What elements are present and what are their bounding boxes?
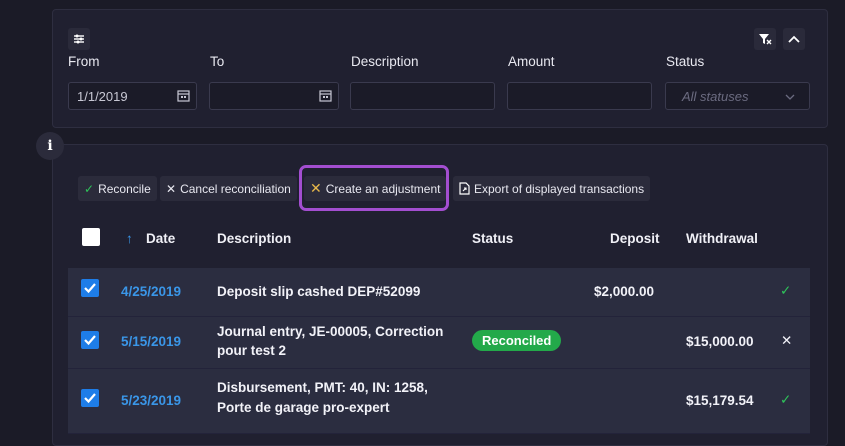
amount-input[interactable] xyxy=(507,82,652,110)
table-row[interactable]: 4/25/2019 Deposit slip cashed DEP#52099 … xyxy=(68,268,810,317)
reconcile-check-icon[interactable]: ✓ xyxy=(780,283,791,299)
from-label: From xyxy=(68,54,100,69)
chevron-down-icon xyxy=(785,94,795,100)
row-date[interactable]: 5/15/2019 xyxy=(121,334,181,349)
reconcile-label: Reconcile xyxy=(98,181,151,196)
cancel-reconciliation-label: Cancel reconciliation xyxy=(180,181,291,196)
unreconcile-close-icon[interactable]: ✕ xyxy=(781,333,792,349)
status-select[interactable]: All statuses xyxy=(665,82,810,110)
description-input[interactable] xyxy=(350,82,495,110)
row-withdrawal: $15,179.54 xyxy=(686,393,754,408)
row-description-line1: Journal entry, JE-00005, Correction xyxy=(217,324,444,339)
filter-panel xyxy=(52,9,828,128)
calendar-icon[interactable] xyxy=(319,89,332,102)
table-row[interactable]: 5/15/2019 Journal entry, JE-00005, Corre… xyxy=(68,317,810,369)
export-label: Export of displayed transactions xyxy=(474,181,645,196)
select-all-checkbox[interactable] xyxy=(82,228,100,246)
reconcile-button[interactable]: ✓ Reconcile xyxy=(78,176,157,201)
row-checkbox[interactable] xyxy=(81,279,99,297)
row-deposit: $2,000.00 xyxy=(594,284,655,299)
close-icon: ✕ xyxy=(166,181,177,196)
to-label: To xyxy=(210,54,225,69)
info-icon[interactable]: i xyxy=(36,132,64,160)
status-badge: Reconciled xyxy=(472,330,562,351)
to-date-input[interactable] xyxy=(209,82,339,110)
row-date[interactable]: 4/25/2019 xyxy=(121,284,181,299)
row-description: Deposit slip cashed DEP#52099 xyxy=(217,284,421,299)
row-withdrawal: $15,000.00 xyxy=(686,334,754,349)
collapse-chevron-up-icon[interactable] xyxy=(783,28,805,50)
row-description-line2: Porte de garage pro-expert xyxy=(217,400,390,415)
status-select-placeholder: All statuses xyxy=(682,88,749,104)
sort-arrow-icon[interactable]: ↑ xyxy=(126,231,133,246)
row-checkbox[interactable] xyxy=(81,389,99,407)
header-date[interactable]: Date xyxy=(146,231,175,246)
row-checkbox[interactable] xyxy=(81,331,99,349)
export-file-icon xyxy=(459,182,470,195)
header-description[interactable]: Description xyxy=(217,231,291,246)
export-button[interactable]: Export of displayed transactions xyxy=(453,176,651,201)
calendar-icon[interactable] xyxy=(177,89,190,102)
header-withdrawal[interactable]: Withdrawal xyxy=(686,231,758,246)
filter-settings-icon[interactable] xyxy=(68,28,90,50)
row-description-line1: Disbursement, PMT: 40, IN: 1258, xyxy=(217,380,428,395)
row-description-line2: pour test 2 xyxy=(217,343,287,358)
clear-filter-icon[interactable] xyxy=(754,28,776,50)
header-deposit[interactable]: Deposit xyxy=(610,231,660,246)
from-date-value: 1/1/2019 xyxy=(77,88,128,104)
row-date[interactable]: 5/23/2019 xyxy=(121,393,181,408)
highlight-box xyxy=(299,165,449,211)
header-status[interactable]: Status xyxy=(472,231,513,246)
check-icon: ✓ xyxy=(84,181,95,196)
status-label: Status xyxy=(666,54,705,69)
cancel-reconciliation-button[interactable]: ✕ Cancel reconciliation xyxy=(160,176,297,201)
amount-label: Amount xyxy=(508,54,555,69)
from-date-input[interactable]: 1/1/2019 xyxy=(68,82,197,110)
table-row[interactable]: 5/23/2019 Disbursement, PMT: 40, IN: 125… xyxy=(68,369,810,434)
description-label: Description xyxy=(351,54,419,69)
reconcile-check-icon[interactable]: ✓ xyxy=(780,392,791,408)
